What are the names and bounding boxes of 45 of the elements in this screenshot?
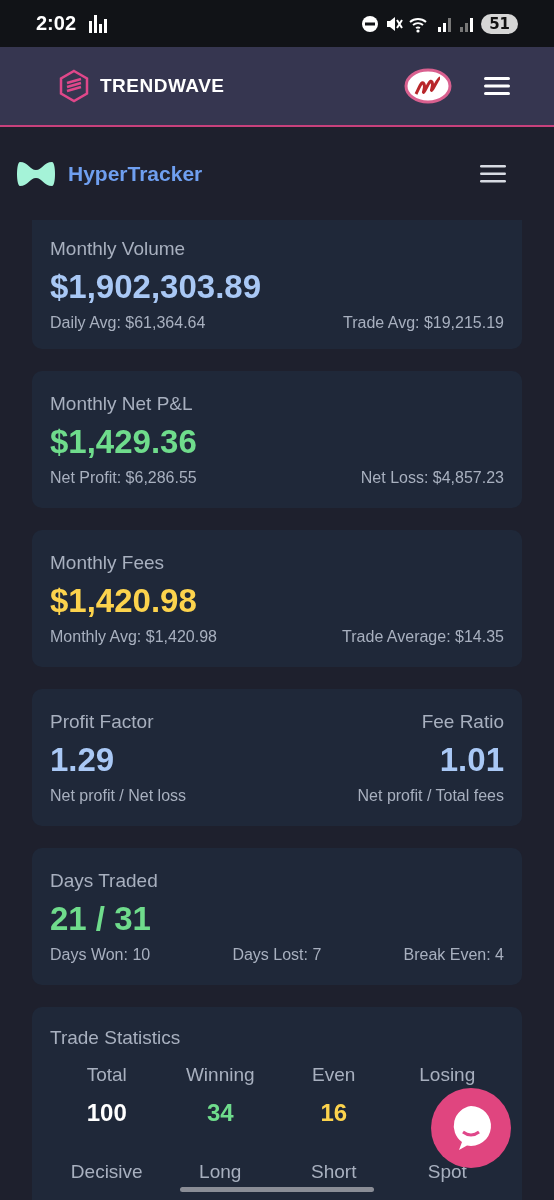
avatar-icon[interactable] bbox=[404, 68, 452, 104]
card-detail: Daily Avg: $61,364.64 bbox=[50, 313, 206, 332]
signal-icon bbox=[437, 15, 454, 32]
card-detail: Net profit / Total fees bbox=[357, 786, 504, 805]
stat-value: 16 bbox=[320, 1099, 348, 1127]
stat-label: Short bbox=[311, 1161, 357, 1183]
card-value: 1.01 bbox=[439, 740, 504, 779]
stat-label: Losing bbox=[419, 1064, 476, 1086]
card-title: Trade Statistics bbox=[50, 1027, 182, 1049]
card-value: 21 / 31 bbox=[50, 899, 152, 938]
stat-label: Total bbox=[86, 1064, 127, 1086]
app-title: HyperTracker bbox=[68, 161, 203, 186]
card-title: Monthly Fees bbox=[50, 551, 166, 574]
stat-label: Winning bbox=[185, 1064, 255, 1086]
card-value: $1,420.98 bbox=[50, 581, 198, 620]
card-detail: Days Lost: 7 bbox=[232, 945, 322, 964]
activity-icon bbox=[88, 14, 109, 33]
stat-value: 100 bbox=[86, 1099, 127, 1127]
card-detail: Net profit / Net loss bbox=[50, 786, 187, 805]
card-title: Days Traded bbox=[50, 869, 159, 892]
card-value: 1.29 bbox=[50, 740, 116, 779]
stat-label: Spot bbox=[427, 1161, 467, 1183]
battery-level: 51 bbox=[481, 13, 518, 34]
stat-label: Long bbox=[199, 1161, 242, 1183]
card-detail: Monthly Avg: $1,420.98 bbox=[50, 627, 217, 646]
card-detail: Days Won: 10 bbox=[50, 945, 151, 964]
card-detail: Break Even: 4 bbox=[403, 945, 504, 964]
card-detail: Net Profit: $6,286.55 bbox=[50, 468, 197, 487]
stat-label: Even bbox=[312, 1064, 356, 1086]
card-title: Monthly Net P&L bbox=[50, 392, 194, 415]
card-title: Profit Factor bbox=[50, 710, 155, 733]
card-title: Fee Ratio bbox=[421, 710, 504, 733]
status-time: 2:02 bbox=[36, 12, 77, 35]
signal-icon bbox=[459, 15, 476, 32]
stat-label: Decisive bbox=[70, 1161, 143, 1183]
card-detail: Trade Average: $14.35 bbox=[342, 627, 504, 646]
do-not-disturb-icon bbox=[361, 14, 380, 33]
brand-name: TRENDWAVE bbox=[100, 75, 225, 97]
card-title: Monthly Volume bbox=[50, 237, 187, 260]
mute-icon bbox=[385, 14, 404, 33]
card-value: $1,902,303.89 bbox=[50, 267, 263, 306]
card-detail: Net Loss: $4,857.23 bbox=[360, 468, 504, 487]
card-value: $1,429.36 bbox=[50, 422, 198, 461]
card-detail: Trade Avg: $19,215.19 bbox=[343, 313, 504, 332]
stat-value: 34 bbox=[206, 1099, 234, 1127]
